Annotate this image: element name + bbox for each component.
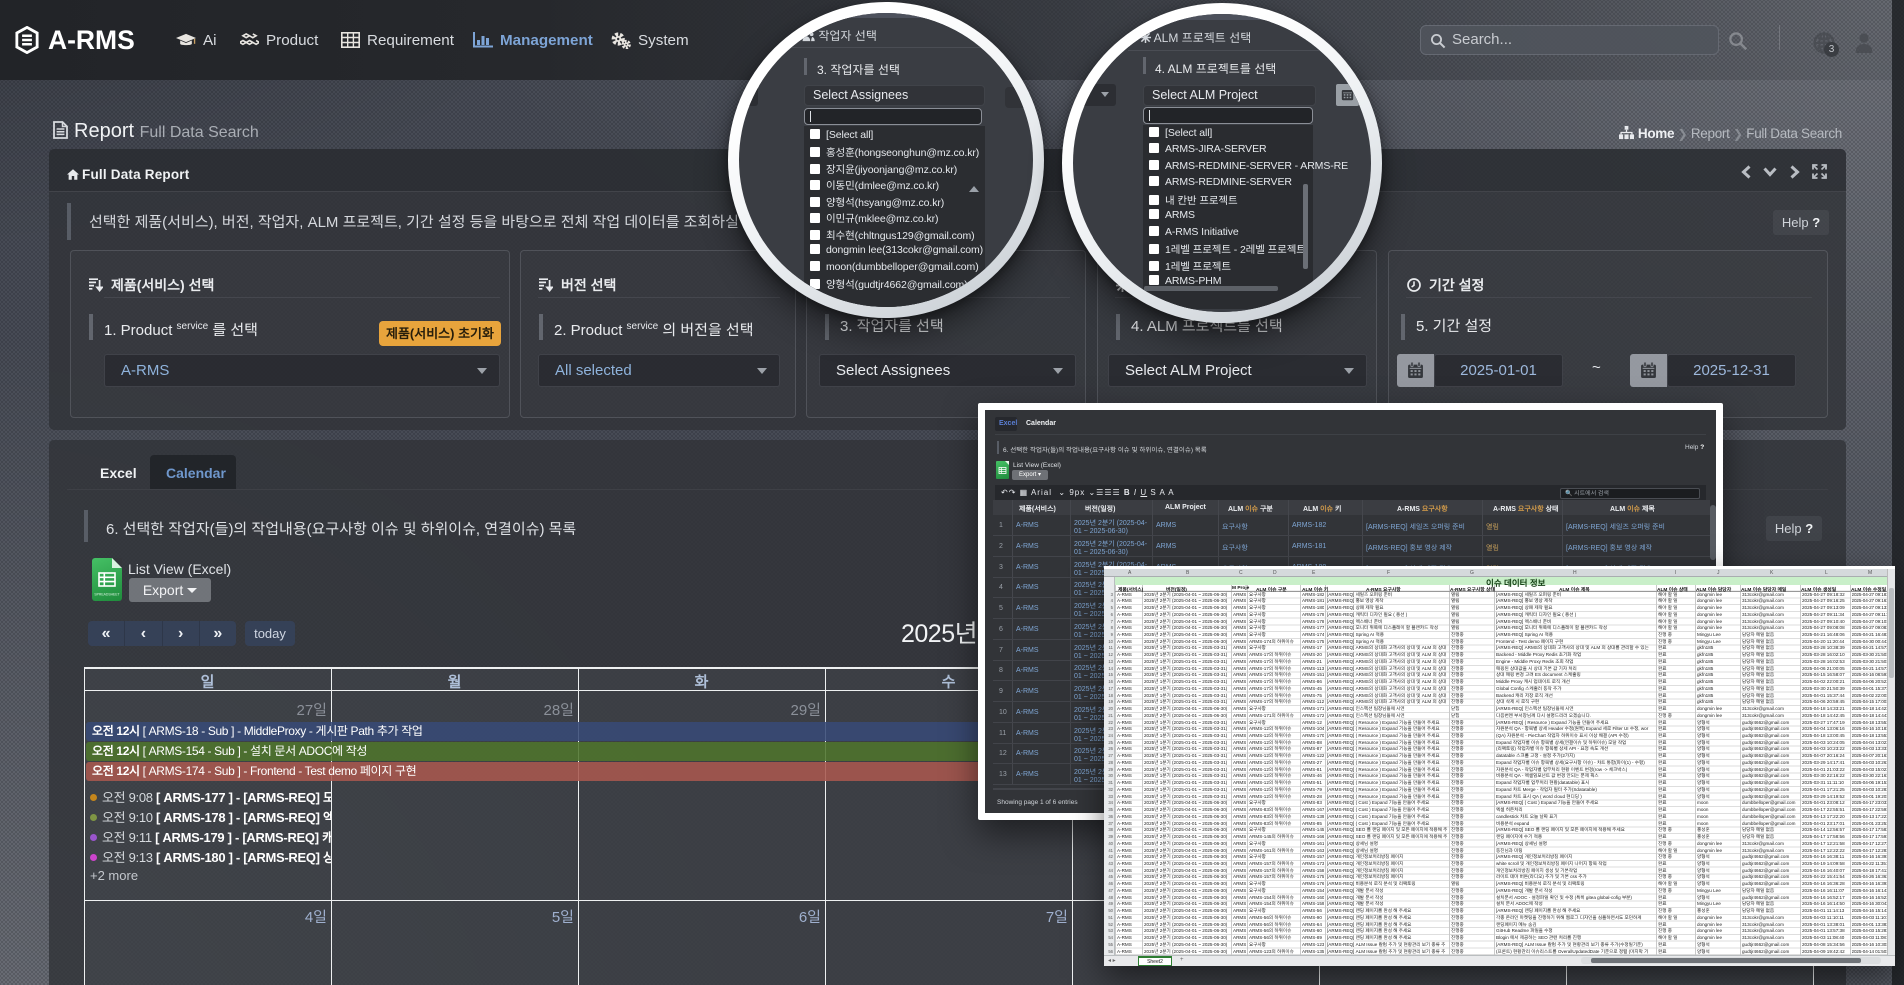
svg-text:SPREADSHEET: SPREADSHEET bbox=[94, 593, 119, 597]
